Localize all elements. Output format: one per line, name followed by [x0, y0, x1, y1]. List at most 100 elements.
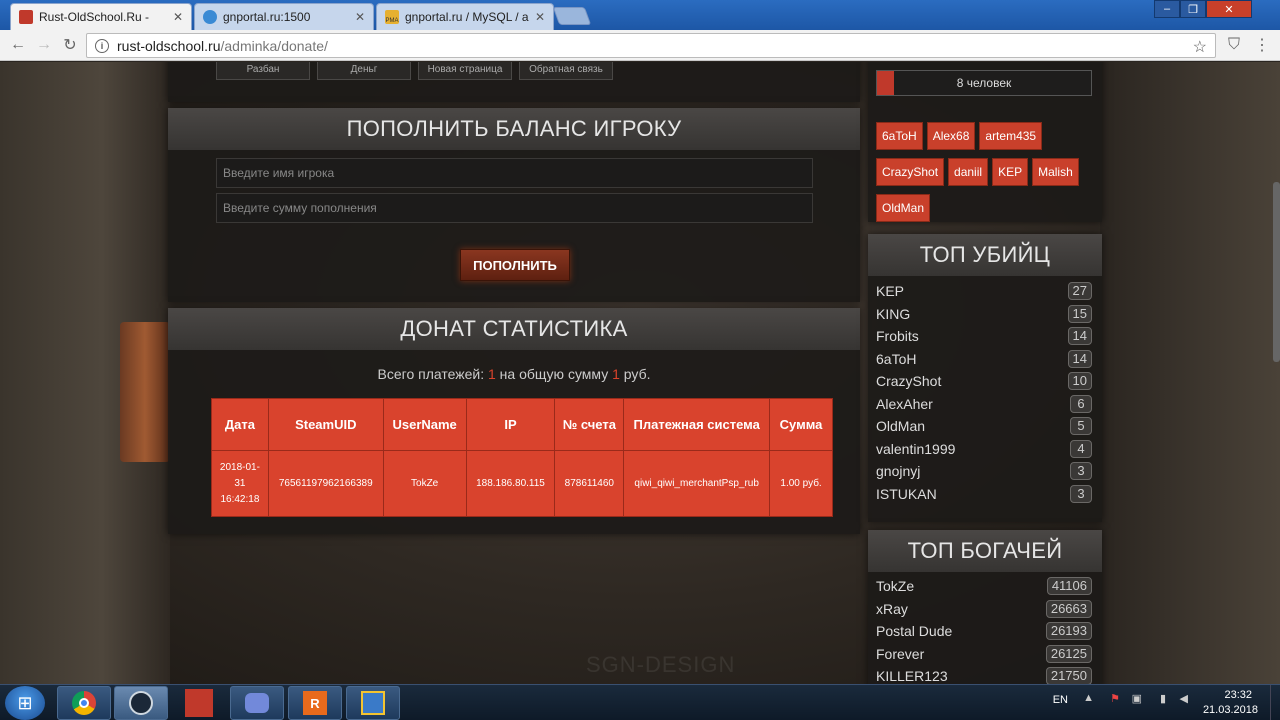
col-username: UserName — [382, 398, 467, 451]
killer-name: AlexAher — [876, 395, 933, 412]
killer-row: Frobits 14 — [876, 325, 1092, 348]
steam-taskbar-button[interactable] — [114, 686, 168, 720]
online-players: 6aToH Alex68 artem435 CrazyShot daniil KEP Mal… — [872, 122, 1092, 230]
device-icon[interactable]: ▣ — [1132, 692, 1142, 705]
close-window-button[interactable]: ✕ — [1206, 0, 1252, 18]
forward-button[interactable]: → — [34, 35, 54, 55]
killer-name: ISTUKAN — [876, 485, 937, 502]
top-killers-title: ТОП УБИЙЦ — [868, 234, 1102, 276]
start-button[interactable]: ⊞ — [5, 686, 45, 720]
page-content: Разбан Деньг Новая страница Обратная свя… — [0, 62, 1280, 684]
app-taskbar-button[interactable] — [346, 686, 400, 720]
address-bar[interactable]: i rust-oldschool.ru/adminka/donate/ ☆ — [86, 33, 1216, 58]
globe-icon — [203, 10, 217, 24]
url-path: /adminka/donate/ — [220, 37, 328, 54]
discord-taskbar-button[interactable] — [230, 686, 284, 720]
phpmyadmin-icon: PMA — [385, 10, 399, 24]
show-desktop-button[interactable] — [1270, 685, 1280, 720]
info-icon[interactable]: i — [95, 38, 109, 53]
bookmark-star-icon[interactable]: ☆ — [1193, 37, 1207, 57]
minimize-button[interactable]: – — [1154, 0, 1180, 18]
browser-tab-bar: Rust-OldSchool.Ru - ✕ gnportal.ru:1500 ✕… — [0, 0, 1280, 30]
menu-icon[interactable]: ⋮ — [1252, 35, 1272, 55]
tab-title: gnportal.ru / MySQL / ale — [405, 10, 529, 24]
feedback-button[interactable]: Обратная связь — [519, 62, 613, 80]
killer-row: KEP 27 — [876, 280, 1092, 303]
killer-count: 4 — [1070, 439, 1092, 458]
tray-arrow-icon[interactable]: ▲ — [1083, 692, 1094, 704]
topup-submit-button[interactable]: ПОПОЛНИТЬ — [460, 249, 570, 281]
rich-name: KILLER123 — [876, 668, 948, 684]
online-count: 8 человек — [956, 76, 1012, 90]
killer-name: Frobits — [876, 328, 919, 345]
killer-row: OldMan 5 — [876, 415, 1092, 438]
killer-count: 5 — [1070, 417, 1092, 436]
tab-gnportal[interactable]: gnportal.ru:1500 ✕ — [194, 3, 374, 30]
rich-name: TokZe — [876, 578, 915, 595]
reload-button[interactable]: ↻ — [60, 35, 80, 55]
online-player-chip[interactable]: artem435 — [979, 122, 1043, 150]
r-app-taskbar-button[interactable]: R — [288, 686, 342, 720]
killer-count: 14 — [1067, 349, 1092, 368]
killer-row: gnojnyj 3 — [876, 460, 1092, 483]
maximize-button[interactable]: ❐ — [1180, 0, 1206, 18]
col-payment-system: Платежная система — [623, 398, 771, 451]
r-app-icon: R — [303, 691, 327, 715]
money-button[interactable]: Деньг — [317, 62, 411, 80]
site-favicon-icon — [19, 10, 33, 24]
network-icon[interactable]: ▮ — [1160, 692, 1166, 705]
volume-icon[interactable]: ◀ — [1180, 692, 1188, 705]
rich-row: xRay 26663 — [876, 598, 1092, 621]
new-tab-button[interactable] — [552, 7, 592, 25]
watermark: SGN-DESIGN — [586, 652, 736, 677]
scrollbar[interactable] — [1273, 182, 1280, 362]
tab-phpmyadmin[interactable]: PMA gnportal.ru / MySQL / ale ✕ — [376, 3, 554, 30]
rich-count: 21750 — [1045, 667, 1092, 684]
rust-taskbar-button[interactable] — [172, 686, 226, 720]
back-button[interactable]: ← — [8, 35, 28, 55]
tab-rust-oldschool[interactable]: Rust-OldSchool.Ru - ✕ — [10, 3, 192, 30]
killer-name: valentin1999 — [876, 440, 956, 457]
donate-summary: Всего платежей: 1 на общую сумму 1 руб. — [377, 366, 651, 382]
clock-date[interactable]: 21.03.2018 — [1203, 704, 1258, 716]
payment-sum: 1 — [612, 366, 620, 382]
new-page-button[interactable]: Новая страница — [418, 62, 512, 80]
app-icon — [361, 691, 385, 715]
killer-count: 6 — [1070, 394, 1092, 413]
online-bar-fill — [877, 71, 895, 95]
online-player-chip[interactable]: Malish — [1032, 158, 1079, 186]
language-indicator[interactable]: EN — [1053, 694, 1068, 706]
online-player-chip[interactable]: KEP — [992, 158, 1029, 186]
close-icon[interactable]: ✕ — [355, 10, 365, 24]
killer-count: 15 — [1067, 304, 1092, 323]
killer-row: valentin1999 4 — [876, 438, 1092, 461]
payment-count: 1 — [487, 366, 496, 382]
player-name-input[interactable]: Введите имя игрока — [216, 158, 813, 188]
donate-title: ДОНАТ СТАТИСТИКА — [168, 308, 860, 350]
online-player-chip[interactable]: CrazyShot — [876, 158, 945, 186]
shield-icon[interactable]: ⛉ — [1224, 35, 1244, 55]
discord-icon — [245, 693, 269, 713]
rich-count: 26193 — [1045, 622, 1092, 641]
close-icon[interactable]: ✕ — [535, 10, 545, 24]
donate-table: Дата SteamUID UserName IP № счета Платеж… — [211, 398, 833, 517]
tab-title: Rust-OldSchool.Ru - — [39, 10, 150, 24]
online-player-chip[interactable]: OldMan — [876, 194, 931, 222]
windows-logo-icon: ⊞ — [17, 692, 33, 713]
amount-input[interactable]: Введите сумму пополнения — [216, 193, 813, 223]
col-steamuid: SteamUID — [267, 398, 384, 451]
unban-button[interactable]: Разбан — [216, 62, 310, 80]
clock-time[interactable]: 23:32 — [1224, 689, 1252, 701]
chrome-taskbar-button[interactable] — [57, 686, 111, 720]
rich-row: Postal Dude 26193 — [876, 620, 1092, 643]
top-rich-list: TokZe 41106 xRay 26663 Postal Dude 26193 Forev… — [876, 575, 1092, 684]
rich-name: Postal Dude — [876, 623, 953, 640]
rich-name: Forever — [876, 645, 925, 662]
chrome-icon — [72, 691, 96, 715]
online-player-chip[interactable]: 6aToH — [876, 122, 923, 150]
flag-icon[interactable]: ⚑ — [1110, 692, 1120, 705]
killer-name: gnojnyj — [876, 463, 921, 480]
online-player-chip[interactable]: daniil — [948, 158, 989, 186]
close-icon[interactable]: ✕ — [173, 10, 183, 24]
online-player-chip[interactable]: Alex68 — [926, 122, 976, 150]
